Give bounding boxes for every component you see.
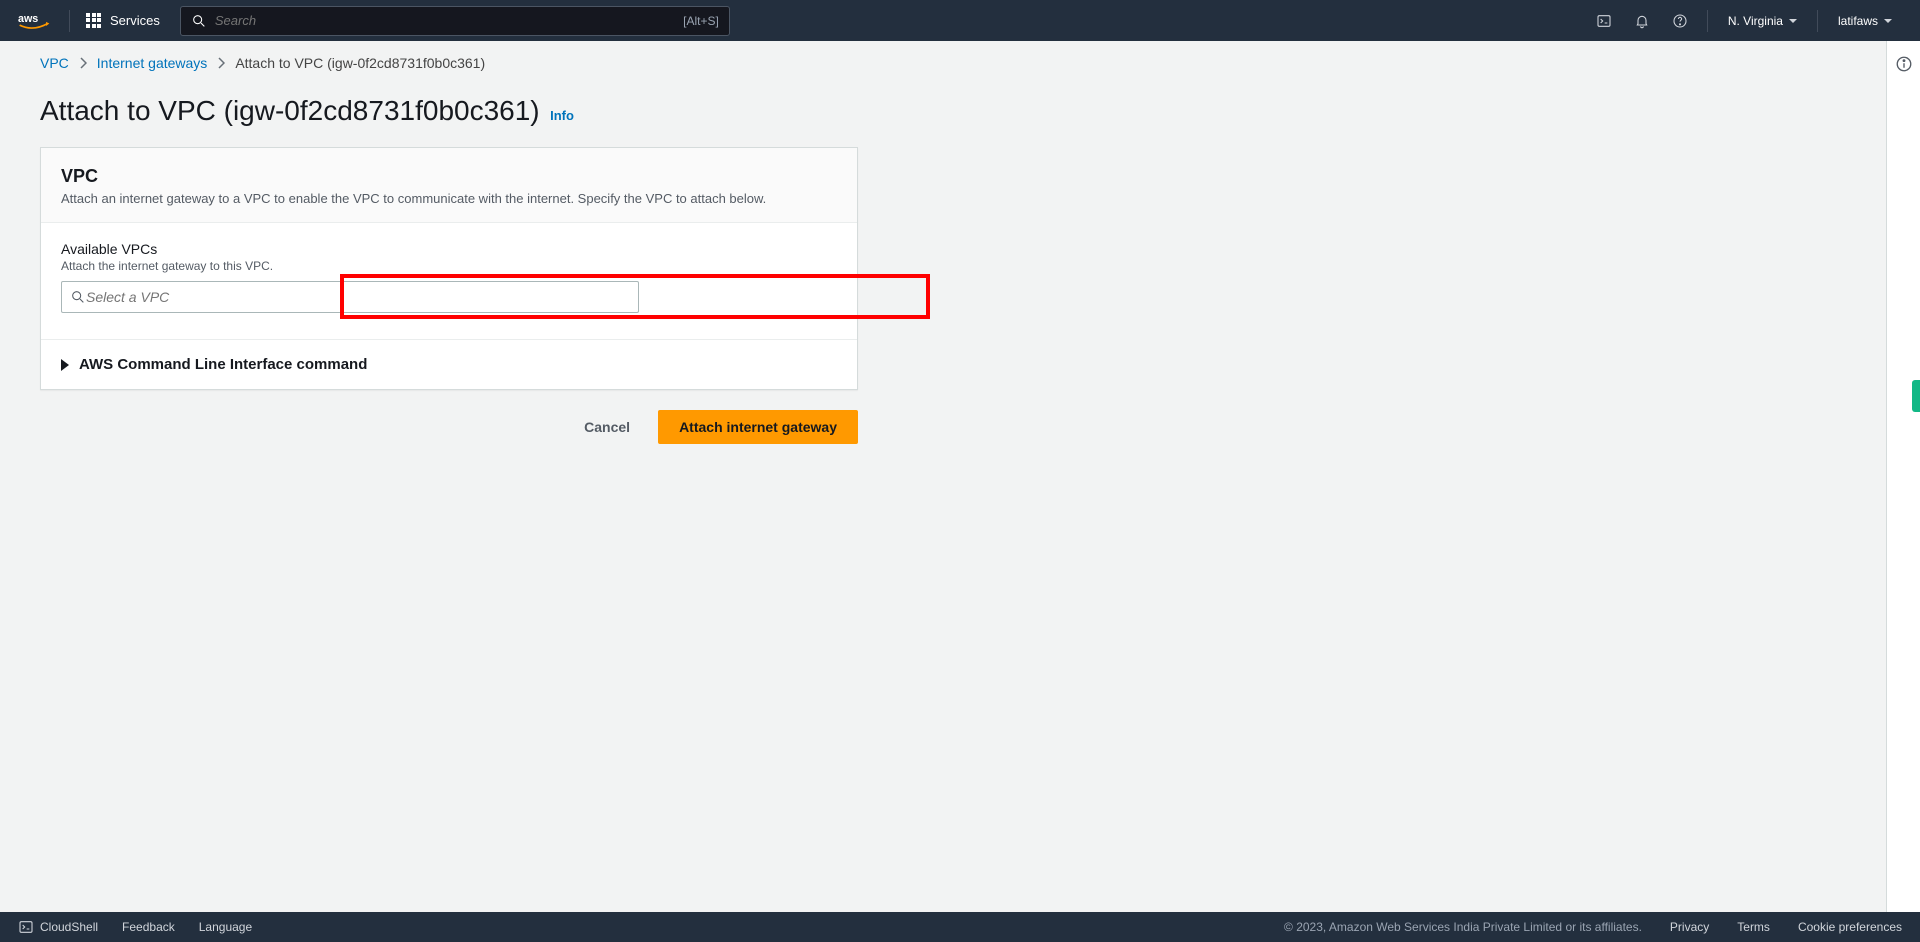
cli-label: AWS Command Line Interface command: [79, 356, 367, 373]
divider: [1817, 10, 1818, 32]
help-button[interactable]: [1663, 6, 1697, 36]
breadcrumb-vpc[interactable]: VPC: [40, 55, 69, 71]
search-icon: [191, 13, 207, 29]
chevron-right-icon: [79, 57, 87, 69]
copyright-text: © 2023, Amazon Web Services India Privat…: [1284, 920, 1642, 934]
terminal-icon: [1596, 13, 1612, 29]
panel-heading: VPC: [61, 166, 837, 187]
region-label: N. Virginia: [1728, 14, 1783, 28]
info-link[interactable]: Info: [550, 108, 574, 123]
breadcrumb: VPC Internet gateways Attach to VPC (igw…: [40, 55, 1490, 71]
info-rail: [1886, 41, 1920, 912]
help-icon: [1672, 13, 1688, 29]
global-search[interactable]: [Alt+S]: [180, 6, 730, 36]
triangle-right-icon: [61, 359, 69, 371]
bottom-left: CloudShell Feedback Language: [18, 919, 252, 935]
cloudshell-icon-button[interactable]: [1587, 6, 1621, 36]
search-input[interactable]: [215, 13, 683, 28]
feedback-label: Feedback: [122, 920, 175, 934]
chevron-down-icon: [1884, 19, 1892, 23]
aws-logo[interactable]: aws: [18, 11, 51, 31]
vpc-panel: VPC Attach an internet gateway to a VPC …: [40, 147, 858, 390]
panel-header: VPC Attach an internet gateway to a VPC …: [41, 148, 857, 223]
page-title: Attach to VPC (igw-0f2cd8731f0b0c361): [40, 95, 540, 126]
panel-body: Available VPCs Attach the internet gatew…: [41, 223, 857, 339]
language-link[interactable]: Language: [199, 920, 252, 934]
notifications-button[interactable]: [1625, 6, 1659, 36]
privacy-link[interactable]: Privacy: [1670, 920, 1709, 934]
panel-description: Attach an internet gateway to a VPC to e…: [61, 191, 837, 206]
bottom-bar: CloudShell Feedback Language © 2023, Ama…: [0, 912, 1920, 942]
search-icon: [70, 289, 86, 305]
feedback-tab[interactable]: [1912, 380, 1920, 412]
user-menu[interactable]: latifaws: [1828, 14, 1902, 28]
chevron-down-icon: [1789, 19, 1797, 23]
info-panel-toggle[interactable]: [1895, 55, 1913, 912]
language-label: Language: [199, 920, 252, 934]
cancel-button[interactable]: Cancel: [572, 411, 642, 443]
breadcrumb-current: Attach to VPC (igw-0f2cd8731f0b0c361): [235, 55, 485, 71]
action-row: Cancel Attach internet gateway: [40, 410, 858, 444]
grid-icon: [86, 13, 102, 29]
search-hint: [Alt+S]: [683, 14, 719, 28]
divider: [69, 10, 70, 32]
field-hint: Attach the internet gateway to this VPC.: [61, 259, 837, 273]
user-label: latifaws: [1838, 14, 1878, 28]
chevron-right-icon: [217, 57, 225, 69]
divider: [1707, 10, 1708, 32]
cookies-link[interactable]: Cookie preferences: [1798, 920, 1902, 934]
nav-right: N. Virginia latifaws: [1587, 6, 1902, 36]
main-content: VPC Internet gateways Attach to VPC (igw…: [0, 41, 1920, 912]
region-selector[interactable]: N. Virginia: [1718, 14, 1807, 28]
top-nav: aws Services [Alt+S] N. Virginia latifaw…: [0, 0, 1920, 41]
bell-icon: [1634, 13, 1650, 29]
breadcrumb-igw[interactable]: Internet gateways: [97, 55, 208, 71]
cloudshell-label: CloudShell: [40, 920, 98, 934]
attach-button[interactable]: Attach internet gateway: [658, 410, 858, 444]
info-icon: [1895, 55, 1913, 73]
terminal-icon: [18, 919, 34, 935]
cloudshell-link[interactable]: CloudShell: [18, 919, 98, 935]
terms-link[interactable]: Terms: [1737, 920, 1770, 934]
services-menu[interactable]: Services: [76, 13, 170, 29]
bottom-right: © 2023, Amazon Web Services India Privat…: [1284, 920, 1902, 934]
vpc-select-input[interactable]: [86, 289, 630, 305]
services-label: Services: [110, 13, 160, 28]
vpc-select[interactable]: [61, 281, 639, 313]
field-label: Available VPCs: [61, 241, 837, 257]
feedback-link[interactable]: Feedback: [122, 920, 175, 934]
svg-text:aws: aws: [18, 12, 38, 24]
cli-expander[interactable]: AWS Command Line Interface command: [41, 339, 857, 389]
